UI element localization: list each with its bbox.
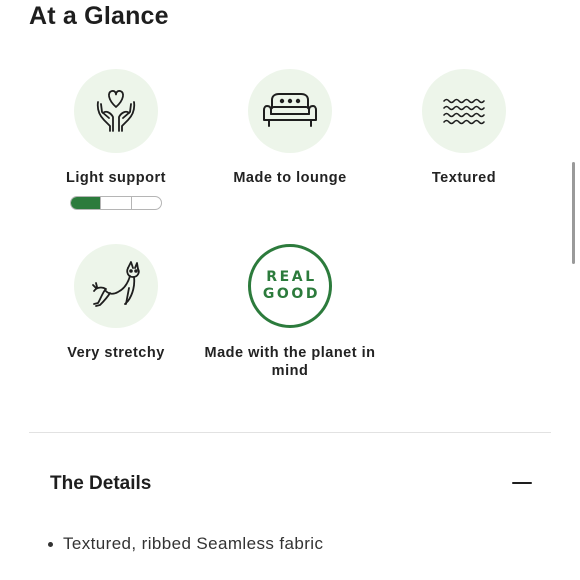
- stretching-cat-icon: [92, 261, 140, 307]
- support-segment-filled: [71, 197, 101, 209]
- feature-label: Textured: [431, 170, 497, 186]
- feature-label: Light support: [66, 170, 166, 186]
- icon-circle: [74, 69, 158, 153]
- details-title[interactable]: The Details: [50, 471, 151, 497]
- details-collapse-button[interactable]: [508, 470, 536, 496]
- badge-line-2: GOOD: [262, 286, 321, 302]
- hands-heart-icon: [96, 90, 136, 132]
- icon-circle: [422, 69, 506, 153]
- feature-very-stretchy: Very stretchy: [26, 244, 206, 362]
- wavy-lines-icon: [443, 98, 485, 125]
- section-divider: [29, 432, 551, 433]
- feature-label: Very stretchy: [67, 345, 165, 361]
- details-list: Textured, ribbed Seamless fabric: [48, 533, 323, 555]
- list-item-text: Textured, ribbed Seamless fabric: [63, 534, 324, 553]
- support-segment: [100, 197, 130, 209]
- feature-label: Made to lounge: [233, 170, 347, 186]
- real-good-badge: REAL GOOD: [248, 244, 332, 328]
- sofa-icon: [263, 93, 317, 127]
- icon-circle: [248, 69, 332, 153]
- feature-label: Made with the planet in mind: [204, 345, 376, 379]
- section-title: At a Glance: [29, 2, 169, 30]
- minus-icon: [512, 482, 532, 484]
- product-page: At a Glance Light support Made to lounge…: [0, 0, 580, 580]
- support-level-meter: [70, 196, 162, 210]
- feature-planet: REAL GOOD Made with the planet in mind: [200, 244, 380, 380]
- feature-textured: Textured: [374, 69, 554, 187]
- badge-line-1: REAL: [266, 269, 317, 285]
- list-item: Textured, ribbed Seamless fabric: [48, 533, 323, 555]
- icon-circle: [74, 244, 158, 328]
- scrollbar-thumb[interactable]: [572, 162, 575, 264]
- feature-light-support: Light support: [26, 69, 206, 187]
- feature-made-to-lounge: Made to lounge: [200, 69, 380, 187]
- bullet-dot: [48, 541, 53, 547]
- support-segment: [130, 197, 161, 209]
